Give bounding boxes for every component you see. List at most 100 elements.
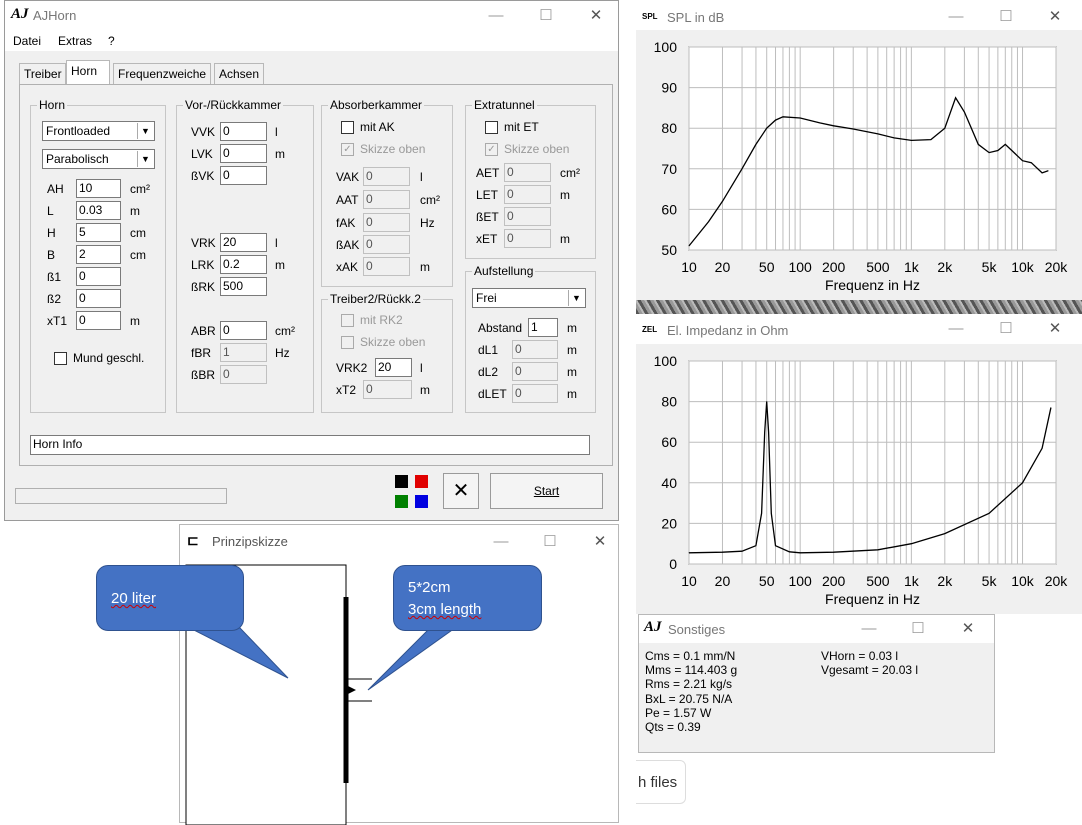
aet-input[interactable]: 0 xyxy=(504,163,551,182)
color-swatch-blue[interactable] xyxy=(415,495,428,508)
dlet-input[interactable]: 0 xyxy=(512,384,558,403)
tab-frequenzweiche[interactable]: Frequenzweiche xyxy=(113,63,211,85)
dl2-input[interactable]: 0 xyxy=(512,362,558,381)
horn-type-select[interactable]: Frontloaded ▼ xyxy=(42,121,155,141)
cancel-button[interactable]: ✕ xyxy=(443,473,479,509)
value-line: Mms = 114.403 g xyxy=(645,663,738,678)
xt1-input[interactable]: 0 xyxy=(76,311,121,330)
maximize-icon[interactable]: ☐ xyxy=(903,618,933,640)
beta2-input[interactable]: 0 xyxy=(76,289,121,308)
field-unit: m xyxy=(275,258,285,272)
fbr-input[interactable]: 1 xyxy=(220,343,267,362)
value-line: Pe = 1.57 W xyxy=(645,705,712,720)
color-swatch-red[interactable] xyxy=(415,475,428,488)
x-tick-label: 20k xyxy=(1045,573,1069,589)
vak-input[interactable]: 0 xyxy=(363,167,410,186)
field-label: ßVK xyxy=(191,169,215,183)
minimize-icon[interactable]: — xyxy=(481,5,511,27)
tab-treiber[interactable]: Treiber xyxy=(19,63,66,85)
field-label: xAK xyxy=(336,260,359,274)
field-unit: m xyxy=(130,314,140,328)
maximize-icon[interactable]: ☐ xyxy=(535,531,565,553)
maximize-icon[interactable]: ☐ xyxy=(991,6,1021,28)
spl-window: SPL SPL in dB — ☐ ✕ 100 90 80 70 60 50 10 20 50 1… xyxy=(636,0,1082,300)
menu-extras[interactable]: Extras xyxy=(58,34,92,48)
data-point xyxy=(955,97,956,99)
b-input[interactable]: 2 xyxy=(76,245,121,264)
y-tick-label: 80 xyxy=(661,120,677,136)
minimize-icon[interactable]: — xyxy=(854,618,884,640)
minimize-icon[interactable]: — xyxy=(941,6,971,28)
maximize-icon[interactable]: ☐ xyxy=(531,5,561,27)
x-tick-label: 1k xyxy=(904,259,920,275)
data-point xyxy=(1022,160,1023,162)
x-tick-label: 2k xyxy=(937,259,953,275)
color-swatch-green[interactable] xyxy=(395,495,408,508)
fak-input[interactable]: 0 xyxy=(363,213,410,232)
lvk-input[interactable]: 0 xyxy=(220,144,267,163)
tab-horn[interactable]: Horn xyxy=(66,60,110,85)
horn-info-field[interactable]: Horn Info xyxy=(30,435,590,455)
field-unit: m xyxy=(560,188,570,202)
start-button[interactable]: Start xyxy=(490,473,603,509)
tab-achsen[interactable]: Achsen xyxy=(214,63,264,85)
xt2-input[interactable]: 0 xyxy=(363,380,412,399)
files-button[interactable]: h files xyxy=(636,760,686,804)
maximize-icon[interactable]: ☐ xyxy=(991,318,1021,340)
ah-input[interactable]: 10 xyxy=(76,179,121,198)
field-unit: m xyxy=(275,147,285,161)
abstand-input[interactable]: 1 xyxy=(528,318,558,337)
vvk-input[interactable]: 0 xyxy=(220,122,267,141)
spl-chart: 100908070605010 20 50 100 200 500 1k 2k 5k 10k 20k… xyxy=(654,39,1069,293)
data-point xyxy=(819,122,821,124)
close-icon[interactable]: ✕ xyxy=(1040,6,1070,28)
color-swatch-black[interactable] xyxy=(395,475,408,488)
minimize-icon[interactable]: — xyxy=(486,531,516,553)
bvk-input[interactable]: 0 xyxy=(220,166,267,185)
data-point xyxy=(877,549,879,551)
y-tick-label: 0 xyxy=(669,556,677,572)
skizze-oben-checkbox[interactable]: ✓ xyxy=(341,143,354,156)
brk-input[interactable]: 500 xyxy=(220,277,267,296)
beta1-input[interactable]: 0 xyxy=(76,267,121,286)
mit-ak-checkbox[interactable] xyxy=(341,121,354,134)
bak-input[interactable]: 0 xyxy=(363,235,410,254)
field-label: VVK xyxy=(191,125,216,139)
mit-et-checkbox[interactable] xyxy=(485,121,498,134)
let-input[interactable]: 0 xyxy=(504,185,551,204)
data-point xyxy=(833,551,834,553)
menu-datei[interactable]: Datei xyxy=(13,34,41,48)
lrk-input[interactable]: 0.2 xyxy=(220,255,267,274)
horn-shape-select[interactable]: Parabolisch ▼ xyxy=(42,149,155,169)
mit-rk2-label: mit RK2 xyxy=(360,313,403,327)
skizze-oben-rk2-checkbox[interactable] xyxy=(341,336,354,349)
bbr-input[interactable]: 0 xyxy=(220,365,267,384)
close-icon[interactable]: ✕ xyxy=(953,618,983,640)
field-unit: m xyxy=(560,232,570,246)
xak-input[interactable]: 0 xyxy=(363,257,410,276)
h-input[interactable]: 5 xyxy=(76,223,121,242)
aat-input[interactable]: 0 xyxy=(363,190,410,209)
l-input[interactable]: 0.03 xyxy=(76,201,121,220)
skizze-oben-et-checkbox[interactable]: ✓ xyxy=(485,143,498,156)
close-icon[interactable]: ✕ xyxy=(1040,318,1070,340)
vrk2-input[interactable]: 20 xyxy=(375,358,412,377)
field-unit: l xyxy=(420,170,423,184)
window-title: Sonstiges xyxy=(668,622,726,637)
xet-input[interactable]: 0 xyxy=(504,229,551,248)
progress-bar xyxy=(15,488,227,504)
dl1-input[interactable]: 0 xyxy=(512,340,558,359)
mund-geschl-checkbox[interactable] xyxy=(54,352,67,365)
close-icon[interactable]: ✕ xyxy=(585,531,615,553)
menu-help[interactable]: ? xyxy=(108,34,115,48)
title-bar: AJ AJHorn — ☐ ✕ xyxy=(5,1,618,31)
mit-rk2-checkbox[interactable] xyxy=(341,314,354,327)
field-unit: m xyxy=(567,387,577,401)
close-icon[interactable]: ✕ xyxy=(581,5,611,27)
bet-input[interactable]: 0 xyxy=(504,207,551,226)
data-point xyxy=(988,512,990,514)
aufstellung-select[interactable]: Frei ▼ xyxy=(472,288,586,308)
vrk-input[interactable]: 20 xyxy=(220,233,267,252)
abr-input[interactable]: 0 xyxy=(220,321,267,340)
minimize-icon[interactable]: — xyxy=(941,318,971,340)
